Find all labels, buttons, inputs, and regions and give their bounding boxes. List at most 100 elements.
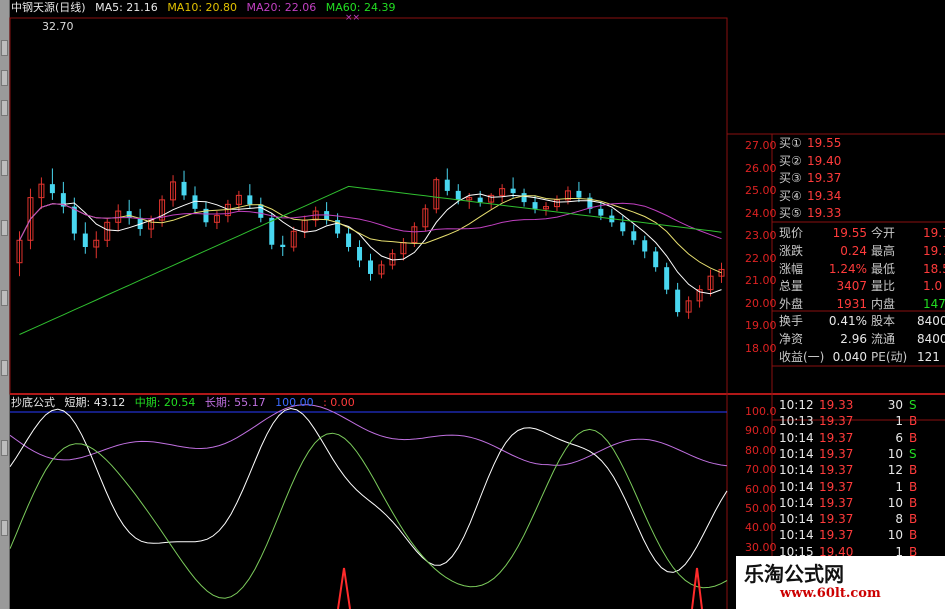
quote-value: 3407: [836, 279, 867, 294]
orderbook-row[interactable]: 买② 19.40: [737, 152, 945, 171]
stat-value: 2.96: [840, 332, 867, 346]
quote-row[interactable]: 现价 19.55 今开 19.7: [737, 224, 945, 243]
stat-label: 流通: [871, 332, 896, 346]
stats-row[interactable]: 净资 2.96 流通 8400: [737, 330, 945, 349]
orderbook-row[interactable]: 买⑤ 19.33: [737, 204, 945, 223]
quote-row[interactable]: 涨跌 0.24 最高 19.7: [737, 242, 945, 261]
main-panel-frame: [9, 17, 728, 395]
candle-body: [664, 267, 670, 290]
stat-label: 换手: [779, 314, 804, 328]
long-term-line: [9, 404, 728, 467]
mid-term-value: 中期: 20.54: [134, 396, 196, 409]
short-term-value: 短期: 43.12: [64, 396, 126, 409]
bid-price: 19.33: [807, 206, 842, 220]
bid-price: 19.40: [807, 153, 842, 168]
candle-body: [620, 222, 626, 232]
short-term-line: [9, 407, 728, 573]
bid-label: 买⑤: [779, 206, 802, 220]
candle-body: [675, 289, 681, 313]
candle-body: [631, 231, 637, 241]
quote-value: 19.55: [832, 226, 867, 240]
quote-value: 19.7: [923, 243, 945, 258]
mid-term-line: [9, 428, 728, 599]
candle-body: [247, 195, 253, 205]
main-chart-header: 中钢天源(日线) MA5: 21.16 MA10: 20.80 MA20: 22…: [11, 0, 401, 16]
stock-terminal-window: 中钢天源(日线) MA5: 21.16 MA10: 20.80 MA20: 22…: [0, 0, 945, 609]
bid-price: 19.37: [807, 171, 842, 185]
candle-body: [642, 240, 648, 252]
candle-body: [521, 193, 527, 203]
quote-label: 量比: [871, 279, 896, 294]
quote-label: 最低: [871, 261, 896, 276]
stock-title: 中钢天源(日线): [11, 1, 86, 14]
quote-label: 今开: [871, 226, 896, 240]
candle-body: [346, 233, 352, 247]
bid-label: 买④: [779, 188, 802, 203]
candle-body: [71, 206, 77, 234]
bid-price: 19.34: [807, 188, 842, 203]
long-term-value: 长期: 55.17: [204, 396, 266, 409]
stat-label: 股本: [871, 314, 896, 328]
buy-signal-spike: [691, 567, 703, 609]
ma20-value: MA20: 22.06: [246, 1, 317, 14]
quote-label: 涨幅: [779, 261, 804, 276]
candle-body: [126, 211, 132, 218]
indicator-title: 抄底公式: [11, 396, 55, 409]
candle-body: [576, 190, 582, 198]
candle-body: [532, 202, 538, 209]
candle-body: [368, 260, 373, 274]
ma20-line: [19, 202, 722, 241]
stats-row[interactable]: 换手 0.41% 股本 8400: [737, 312, 945, 331]
ma10-value: MA10: 20.80: [167, 1, 238, 14]
stat-value: 8400: [917, 332, 945, 346]
quote-row[interactable]: 涨幅 1.24% 最低 18.5: [737, 260, 945, 279]
quote-row[interactable]: 总量 3407 量比 1.0: [737, 277, 945, 296]
candle-body: [455, 190, 461, 200]
ma60-value: MA60: 24.39: [325, 1, 396, 14]
stat-label: 净资: [779, 332, 804, 346]
candle-body: [181, 181, 187, 196]
bid-price: 19.55: [807, 136, 842, 150]
high-price-label: 32.70: [42, 20, 74, 33]
zero-line-value: : 0.00: [323, 396, 355, 409]
orderbook-row[interactable]: 买① 19.55: [737, 134, 945, 153]
candle-body: [510, 188, 516, 194]
ma60-marker: ××: [345, 13, 361, 23]
candle-body: [598, 208, 604, 216]
candle-body: [258, 204, 264, 218]
quote-value: 0.24: [840, 243, 867, 258]
watermark-title: 乐淘公式网: [744, 562, 844, 586]
quote-value: 18.5: [923, 261, 945, 276]
orderbook-row[interactable]: 买④ 19.34: [737, 187, 945, 206]
hundred-line-value: 100.00: [275, 396, 314, 409]
bid-label: 买②: [779, 153, 802, 168]
candle-body: [82, 233, 88, 247]
bid-label: 买①: [779, 136, 802, 150]
quote-value: 19.7: [923, 226, 945, 240]
candle-body: [49, 184, 55, 194]
quote-value: 1.24%: [828, 261, 867, 276]
buy-signal-spike: [337, 567, 351, 609]
quote-panel: 买① 19.55 买② 19.40 买③ 19.37 买④ 19.34 买⑤ 19.33 现价 19.…: [737, 134, 945, 609]
stats-row[interactable]: 收益(一) 0.040 PE(动) 121: [737, 348, 945, 367]
stat-value: 0.040: [832, 350, 867, 364]
candle-body: [477, 197, 483, 203]
stat-value: 8400: [917, 314, 945, 328]
candle-body: [653, 251, 659, 268]
quote-label: 总量: [779, 279, 804, 294]
quote-value: 1.0: [923, 279, 943, 294]
watermark: 乐淘公式网 www.60lt.com: [736, 556, 945, 609]
stat-value: 0.41%: [828, 314, 867, 328]
candle-body: [280, 244, 286, 247]
quote-label: 最高: [871, 243, 896, 258]
candle-body: [357, 247, 363, 261]
ma5-value: MA5: 21.16: [95, 1, 158, 14]
stat-value: 121: [917, 350, 940, 364]
indicator-header: 抄底公式 短期: 43.12 中期: 20.54 长期: 55.17 100.0…: [11, 395, 361, 411]
orderbook-row[interactable]: 买③ 19.37: [737, 169, 945, 188]
stat-label: PE(动): [871, 350, 908, 364]
quote-label: 涨跌: [779, 243, 804, 258]
bid-label: 买③: [779, 171, 802, 185]
quote-label: 现价: [779, 226, 804, 240]
watermark-url: www.60lt.com: [780, 586, 881, 601]
